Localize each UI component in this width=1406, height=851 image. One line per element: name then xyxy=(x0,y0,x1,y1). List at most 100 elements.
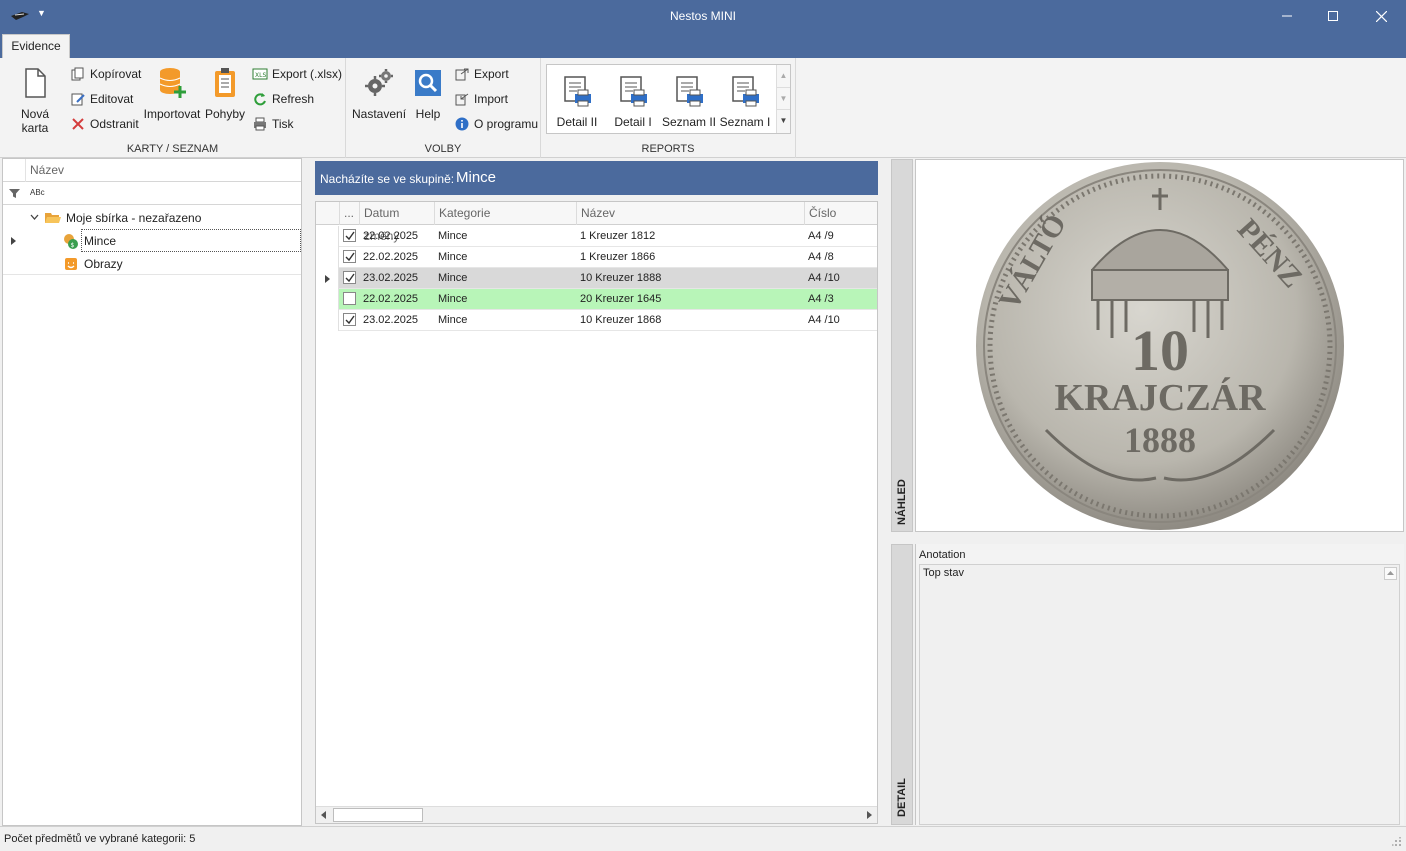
gears-icon xyxy=(365,69,393,96)
annotation-label: Anotation xyxy=(919,549,966,561)
cell-date: 22.02.2025 xyxy=(363,293,419,305)
tab-evidence[interactable]: Evidence xyxy=(2,34,70,58)
painting-icon xyxy=(65,258,77,270)
table-row[interactable]: 22.02.2025 Mince 1 Kreuzer 1812 A4 /9 xyxy=(316,226,877,247)
image-preview: VÁLTÓ PÉNZ 10 KRAJCZÁR 1888 xyxy=(915,159,1404,532)
group-banner-value: Mince xyxy=(456,169,497,186)
report-detail-ii[interactable]: Detail II xyxy=(553,74,601,129)
excel-export-icon: XLS xyxy=(252,66,268,82)
report-detail-ii-label: Detail II xyxy=(556,115,598,129)
settings-label: Nastavení xyxy=(352,107,407,121)
cell-name: 20 Kreuzer 1645 xyxy=(580,293,662,305)
import-label: Importovat xyxy=(143,107,201,121)
report-detail-i[interactable]: Detail I xyxy=(609,74,657,129)
group-label-reports: REPORTS xyxy=(641,143,695,155)
refresh-icon xyxy=(252,91,268,107)
table-row[interactable]: 22.02.2025 Mince 1 Kreuzer 1866 A4 /8 xyxy=(316,247,877,268)
cell-date: 22.02.2025 xyxy=(363,251,419,263)
import-settings-label: Import xyxy=(474,92,509,106)
movements-button[interactable]: Pohyby xyxy=(204,66,246,121)
gallery-up-icon[interactable]: ▲ xyxy=(777,65,790,87)
svg-text:$: $ xyxy=(71,242,75,249)
cell-date: 22.02.2025 xyxy=(363,230,419,242)
row-indicator[interactable] xyxy=(316,268,339,289)
horizontal-scrollbar[interactable] xyxy=(316,806,877,823)
coin-value: 10 xyxy=(1131,318,1189,383)
row-checkbox[interactable] xyxy=(343,313,356,326)
remove-button[interactable]: Odstranit xyxy=(70,114,139,134)
scroll-thumb[interactable] xyxy=(333,808,423,822)
gallery-scrollbar[interactable]: ▲ ▼ ▼ xyxy=(776,65,790,133)
coins-icon: $ xyxy=(64,234,78,249)
table-row[interactable]: 23.02.2025 Mince 10 Kreuzer 1888 A4 /10 xyxy=(316,268,877,289)
table-row[interactable]: 22.02.2025 Mince 20 Kreuzer 1645 A4 /3 xyxy=(316,289,877,310)
tab-detail[interactable]: DETAIL xyxy=(891,544,913,825)
row-indicator[interactable] xyxy=(316,310,339,331)
group-banner-label: Nacházíte se ve skupině: xyxy=(320,172,455,186)
tree-node-root[interactable]: Moje sbírka - nezařazeno xyxy=(3,206,301,229)
report-seznam-ii[interactable]: Seznam II xyxy=(661,74,717,129)
tree-node-mince[interactable]: $ Mince xyxy=(3,229,301,252)
row-checkbox[interactable] xyxy=(343,229,356,242)
row-indicator[interactable] xyxy=(316,289,339,310)
gallery-down-icon[interactable]: ▼ xyxy=(777,87,790,109)
grid-header-number[interactable]: Číslo xyxy=(804,202,877,225)
maximize-button[interactable] xyxy=(1310,0,1356,32)
gallery-expand-icon[interactable]: ▼ xyxy=(777,109,790,131)
row-pointer-icon xyxy=(11,237,16,245)
print-button[interactable]: Tisk xyxy=(252,114,294,134)
refresh-button[interactable]: Refresh xyxy=(252,89,314,109)
row-checkbox[interactable] xyxy=(343,250,356,263)
tree-filter-row[interactable]: ABc xyxy=(3,182,301,205)
row-indicator[interactable] xyxy=(316,247,339,268)
import-settings-button[interactable]: Import xyxy=(454,89,508,109)
about-button[interactable]: O programu xyxy=(454,114,538,134)
cell-number: A4 /3 xyxy=(808,293,834,305)
group-banner: Nacházíte se ve skupině: Mince xyxy=(315,161,878,195)
report-print-icon xyxy=(620,76,647,107)
export-xlsx-button[interactable]: XLS Export (.xlsx) xyxy=(252,64,342,84)
tree-column-header[interactable]: Název xyxy=(25,159,301,182)
report-print-icon xyxy=(676,76,703,107)
table-row[interactable]: 23.02.2025 Mince 10 Kreuzer 1868 A4 /10 xyxy=(316,310,877,331)
grid-header-category[interactable]: Kategorie xyxy=(434,202,576,225)
import-button[interactable]: Importovat xyxy=(142,66,202,121)
tree-node-obrazy[interactable]: Obrazy xyxy=(3,252,301,275)
grid-header-select[interactable]: ... xyxy=(339,202,359,225)
row-checkbox[interactable] xyxy=(343,292,356,305)
copy-button[interactable]: Kopírovat xyxy=(70,64,141,84)
edit-button[interactable]: Editovat xyxy=(70,89,133,109)
tab-nahled[interactable]: NÁHLED xyxy=(891,159,913,532)
annotation-textbox[interactable]: Top stav xyxy=(919,564,1400,825)
new-card-button[interactable]: Nová karta xyxy=(6,66,64,135)
report-seznam-i[interactable]: Seznam I xyxy=(719,74,771,129)
chevron-down-icon[interactable] xyxy=(30,214,39,221)
cell-number: A4 /10 xyxy=(808,272,840,284)
minimize-button[interactable] xyxy=(1264,0,1310,32)
cell-category: Mince xyxy=(438,272,468,284)
filter-icon[interactable] xyxy=(9,188,20,199)
tree-root-label: Moje sbírka - nezařazeno xyxy=(66,211,202,225)
row-checkbox[interactable] xyxy=(343,271,356,284)
row-indicator[interactable] xyxy=(316,226,339,247)
grid-header-date[interactable]: Datum změny xyxy=(359,202,434,243)
row-pointer-icon xyxy=(325,275,330,283)
scroll-right-icon[interactable] xyxy=(866,811,873,819)
annotation-scroll-up-icon[interactable] xyxy=(1384,567,1397,580)
report-seznam-i-label: Seznam I xyxy=(719,115,771,129)
resize-grip-icon[interactable] xyxy=(1392,837,1402,847)
report-detail-i-label: Detail I xyxy=(614,115,652,129)
close-button[interactable] xyxy=(1358,0,1404,32)
text-filter-icon: ABc xyxy=(30,188,45,197)
help-button[interactable]: Help xyxy=(412,66,444,121)
export-button[interactable]: Export xyxy=(454,64,509,84)
help-label: Help xyxy=(415,107,441,121)
folder-open-icon xyxy=(45,213,61,223)
group-label-karty: KARTY / SEZNAM xyxy=(126,143,219,155)
cell-name: 1 Kreuzer 1866 xyxy=(580,251,656,263)
grid-header-name[interactable]: Název xyxy=(576,202,804,225)
scroll-left-icon[interactable] xyxy=(320,811,327,819)
report-print-icon xyxy=(732,76,759,107)
coin-unit: KRAJCZÁR xyxy=(1054,377,1266,419)
settings-button[interactable]: Nastavení xyxy=(352,66,406,121)
